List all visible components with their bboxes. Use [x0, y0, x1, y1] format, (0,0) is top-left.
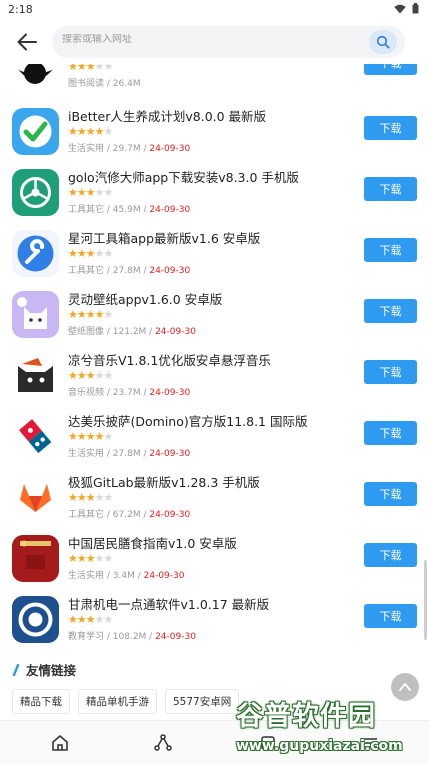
download-button[interactable]: 下载	[364, 421, 417, 445]
scrollbar[interactable]	[424, 560, 427, 640]
cartoon-cat-icon	[12, 352, 59, 399]
app-list: ★★★★★ 图书阅读 / 26.4M 下载 iBetter人生养成计划v8.0.…	[0, 64, 429, 654]
app-meta: 生活实用 / 3.4M / 24-09-30	[68, 571, 185, 581]
download-button[interactable]: 下载	[364, 299, 417, 323]
app-name: 达美乐披萨(Domino)官方版11.8.1 国际版	[68, 414, 308, 429]
download-button[interactable]: 下载	[364, 116, 417, 140]
search-box	[52, 26, 405, 58]
watermark: 谷普软件园 www.gupuxiazai.com	[232, 694, 427, 760]
status-bar: 2:18	[0, 0, 429, 20]
list-item[interactable]: golo汽修大师app下载安装v8.3.0 手机版 ★★★★★ 工具其它 / 4…	[0, 165, 429, 226]
wifi-icon	[394, 4, 406, 13]
app-meta: 教育学习 / 108.2M / 24-09-30	[68, 632, 196, 642]
arrow-left-icon	[17, 33, 37, 51]
top-bar	[0, 20, 429, 64]
app-name: 中国居民膳食指南v1.0 安卓版	[68, 536, 237, 551]
rating-stars: ★★★★★	[68, 491, 113, 504]
rating-stars: ★★★★★	[68, 247, 113, 260]
links-row: 精品下载 精品单机手游 5577安卓网	[12, 689, 240, 714]
list-item[interactable]: 甘肃机电一点通软件v1.0.17 最新版 ★★★★★ 教育学习 / 108.2M…	[0, 592, 429, 653]
list-item[interactable]: ★★★★★ 图书阅读 / 26.4M 下载	[0, 64, 429, 100]
list-item[interactable]: 极狐GitLab最新版v1.28.3 手机版 ★★★★★ 工具其它 / 67.2…	[0, 470, 429, 531]
download-button[interactable]: 下载	[364, 64, 417, 75]
app-meta: 图书阅读 / 26.4M	[68, 79, 141, 89]
app-meta: 生活实用 / 29.7M / 24-09-30	[68, 144, 191, 154]
list-item[interactable]: 星河工具箱app最新版v1.6 安卓版 ★★★★★ 工具其它 / 27.8M /…	[0, 226, 429, 287]
link-chip[interactable]: 精品下载	[12, 689, 70, 714]
search-icon	[376, 35, 390, 49]
app-meta: 工具其它 / 67.2M / 24-09-30	[68, 510, 191, 520]
battery-icon	[412, 3, 419, 14]
app-meta: 生活实用 / 27.8M / 24-09-30	[68, 449, 191, 459]
download-button[interactable]: 下载	[364, 177, 417, 201]
download-button[interactable]: 下载	[364, 482, 417, 506]
book-reader-icon	[12, 64, 59, 90]
checkmark-icon	[12, 108, 59, 155]
rating-stars: ★★★★★	[68, 186, 113, 199]
back-button[interactable]	[14, 29, 40, 55]
home-icon	[52, 735, 68, 751]
nav-share[interactable]	[152, 732, 174, 754]
wrench-icon	[12, 230, 59, 277]
share-icon	[154, 734, 172, 751]
rating-stars: ★★★★★	[68, 430, 113, 443]
app-name: 凉兮音乐V1.8.1优化版安卓悬浮音乐	[68, 353, 271, 368]
fox-icon	[12, 474, 59, 521]
links-title-text: 友情链接	[26, 663, 77, 678]
nav-home[interactable]	[49, 732, 71, 754]
watermark-url: www.gupuxiazai.com	[236, 738, 403, 754]
watermark-brand: 谷普软件园	[236, 701, 376, 732]
link-chip[interactable]: 5577安卓网	[165, 689, 240, 714]
rating-stars: ★★★★★	[68, 613, 113, 626]
status-icons	[394, 3, 419, 14]
app-meta: 音乐视频 / 23.7M / 24-09-30	[68, 388, 191, 398]
rating-stars: ★★★★★	[68, 125, 113, 138]
rating-stars: ★★★★★	[68, 552, 113, 565]
list-item[interactable]: 达美乐披萨(Domino)官方版11.8.1 国际版 ★★★★★ 生活实用 / …	[0, 409, 429, 470]
download-button[interactable]: 下载	[364, 360, 417, 384]
app-name: iBetter人生养成计划v8.0.0 最新版	[68, 109, 267, 124]
app-name: 星河工具箱app最新版v1.6 安卓版	[68, 231, 261, 246]
links-title: 友情链接	[12, 660, 76, 679]
status-time: 2:18	[8, 3, 33, 16]
list-item[interactable]: 中国居民膳食指南v1.0 安卓版 ★★★★★ 生活实用 / 3.4M / 24-…	[0, 531, 429, 592]
download-button[interactable]: 下载	[364, 238, 417, 262]
slash-icon	[12, 663, 20, 676]
app-meta: 壁纸图像 / 121.2M / 24-09-30	[68, 327, 196, 337]
rating-stars: ★★★★★	[68, 308, 113, 321]
search-input[interactable]	[62, 34, 352, 45]
download-button[interactable]: 下载	[364, 543, 417, 567]
download-button[interactable]: 下载	[364, 604, 417, 628]
list-item[interactable]: 灵动壁纸appv1.6.0 安卓版 ★★★★★ 壁纸图像 / 121.2M / …	[0, 287, 429, 348]
list-item[interactable]: 凉兮音乐V1.8.1优化版安卓悬浮音乐 ★★★★★ 音乐视频 / 23.7M /…	[0, 348, 429, 409]
app-meta: 工具其它 / 27.8M / 24-09-30	[68, 266, 191, 276]
list-item[interactable]: iBetter人生养成计划v8.0.0 最新版 ★★★★★ 生活实用 / 29.…	[0, 104, 429, 165]
rating-stars: ★★★★★	[68, 369, 113, 382]
book-cover-icon	[12, 535, 59, 582]
school-emblem-icon	[12, 596, 59, 643]
search-button[interactable]	[369, 30, 397, 54]
app-name: 甘肃机电一点通软件v1.0.17 最新版	[68, 597, 270, 612]
app-name: golo汽修大师app下载安装v8.3.0 手机版	[68, 170, 299, 185]
domino-icon	[12, 413, 59, 460]
rating-stars: ★★★★★	[68, 64, 113, 73]
link-chip[interactable]: 精品单机手游	[78, 689, 157, 714]
app-name: 极狐GitLab最新版v1.28.3 手机版	[68, 475, 260, 490]
app-name: 灵动壁纸appv1.6.0 安卓版	[68, 292, 223, 307]
steering-wheel-icon	[12, 169, 59, 216]
chevron-up-icon	[399, 683, 411, 691]
app-meta: 工具其它 / 45.9M / 24-09-30	[68, 205, 191, 215]
cat-icon	[12, 291, 59, 338]
